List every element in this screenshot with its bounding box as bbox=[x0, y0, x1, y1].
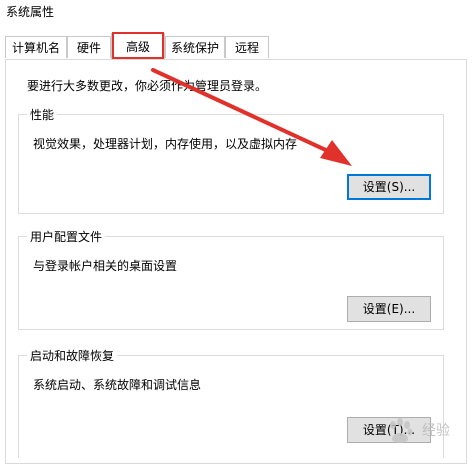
tab-remote[interactable]: 远程 bbox=[225, 36, 269, 58]
tab-advanced[interactable]: 高级 bbox=[111, 33, 165, 59]
window-title: 系统属性 bbox=[6, 5, 55, 19]
baidu-paw-icon bbox=[390, 418, 413, 443]
performance-group-label: 性能 bbox=[27, 106, 58, 123]
user-profiles-description: 与登录帐户相关的桌面设置 bbox=[33, 259, 178, 273]
title-bar: 系统属性 bbox=[0, 0, 472, 30]
performance-settings-button[interactable]: 设置(S)... bbox=[347, 174, 431, 200]
tab-computer-name[interactable]: 计算机名 bbox=[5, 36, 67, 58]
user-profiles-settings-button[interactable]: 设置(E)... bbox=[347, 296, 431, 322]
startup-recovery-group-label: 启动和故障恢复 bbox=[27, 347, 118, 364]
admin-notice: 要进行大多数更改，你必须作为管理员登录。 bbox=[27, 79, 268, 93]
tab-hardware[interactable]: 硬件 bbox=[67, 36, 111, 58]
baidu-watermark: 经验 bbox=[384, 412, 470, 452]
startup-recovery-description: 系统启动、系统故障和调试信息 bbox=[33, 378, 202, 392]
performance-description: 视觉效果，处理器计划，内存使用，以及虚拟内存 bbox=[33, 137, 298, 151]
tab-system-protection[interactable]: 系统保护 bbox=[165, 36, 225, 58]
tab-strip: 计算机名 硬件 高级 系统保护 远程 bbox=[0, 33, 472, 60]
user-profiles-group-label: 用户配置文件 bbox=[27, 228, 106, 245]
watermark-text: 经验 bbox=[422, 423, 450, 439]
